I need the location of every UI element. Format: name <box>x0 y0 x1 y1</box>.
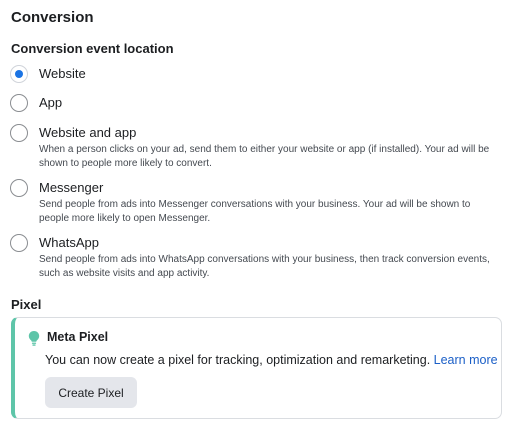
radio-description-whatsapp: Send people from ads into WhatsApp conve… <box>39 254 490 279</box>
radio-option-messenger[interactable]: Messenger Send people from ads into Mess… <box>10 179 505 227</box>
radio-option-website-and-app[interactable]: Website and app When a person clicks on … <box>10 124 505 172</box>
radio-label-whatsapp: WhatsApp <box>39 235 99 250</box>
radio-button-messenger[interactable] <box>10 179 28 197</box>
pixel-section-label: Pixel <box>11 297 42 312</box>
learn-more-link[interactable]: Learn more <box>434 353 498 367</box>
section-title: Conversion <box>11 9 94 26</box>
radio-button-whatsapp[interactable] <box>10 234 28 252</box>
radio-description-website-and-app: When a person clicks on your ad, send th… <box>39 144 490 169</box>
meta-pixel-card: Meta Pixel You can now create a pixel fo… <box>11 317 502 419</box>
radio-option-website[interactable]: Website <box>10 65 505 85</box>
card-message: You can now create a pixel for tracking,… <box>45 353 498 367</box>
create-pixel-button[interactable]: Create Pixel <box>45 377 137 408</box>
radio-button-app[interactable] <box>10 94 28 112</box>
radio-description-messenger: Send people from ads into Messenger conv… <box>39 199 471 224</box>
radio-label-messenger: Messenger <box>39 180 104 195</box>
radio-selected-dot <box>15 70 23 78</box>
radio-option-app[interactable]: App <box>10 94 505 114</box>
radio-option-whatsapp[interactable]: WhatsApp Send people from ads into Whats… <box>10 234 505 282</box>
lightbulb-icon <box>27 330 41 346</box>
radio-label-app: App <box>39 95 63 110</box>
card-message-text: You can now create a pixel for tracking,… <box>45 353 431 367</box>
radio-label-website-and-app: Website and app <box>39 125 137 140</box>
radio-button-website-and-app[interactable] <box>10 124 28 142</box>
conversion-event-location-label: Conversion event location <box>11 41 174 56</box>
card-title: Meta Pixel <box>47 330 109 344</box>
radio-label-website: Website <box>39 66 86 81</box>
radio-button-website[interactable] <box>10 65 28 83</box>
